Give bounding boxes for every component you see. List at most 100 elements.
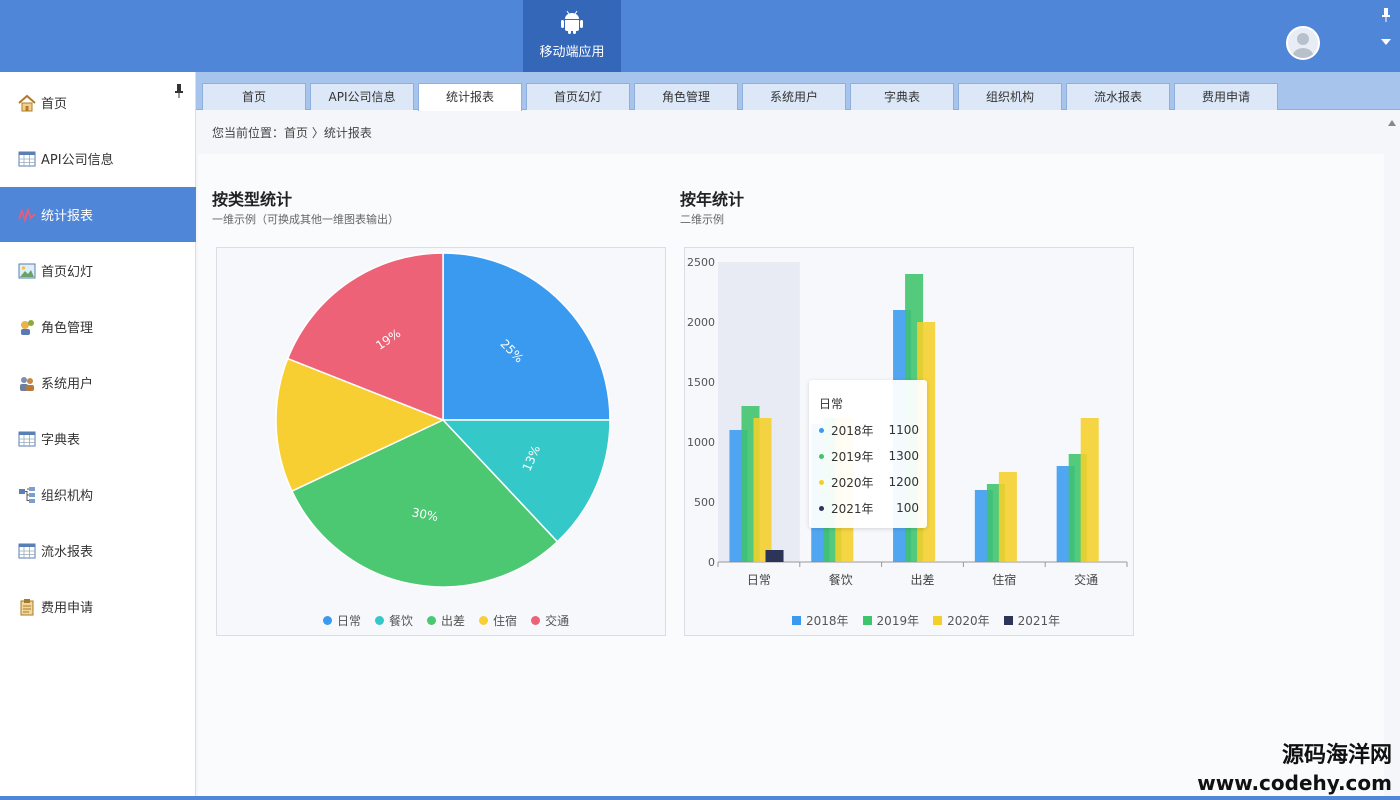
legend-item[interactable]: 2020年 — [933, 612, 990, 629]
tooltip-row: 2019年 1300 — [819, 448, 919, 464]
tab-bar: 首页 API公司信息 统计报表 首页幻灯 角色管理 系统用户 字典表 组织机构 … — [196, 72, 1400, 111]
role-icon — [21, 319, 34, 335]
sidebar-item-flow-report[interactable]: 流水报表 — [0, 523, 196, 578]
clipboard-icon — [20, 598, 34, 615]
legend-label: 2018年 — [806, 614, 849, 628]
legend-item[interactable]: 2018年 — [792, 612, 849, 629]
legend-swatch — [1003, 616, 1013, 625]
pie-card-title: 按类型统计 — [212, 190, 293, 209]
pie-legend: 日常 餐饮 出差 住宿 交通 — [323, 612, 569, 629]
legend-item[interactable]: 住宿 — [479, 612, 517, 629]
sidebar-item-slides[interactable]: 首页幻灯 — [0, 243, 196, 298]
home-icon — [18, 94, 36, 111]
mobile-app-button[interactable]: 移动端应用 — [523, 0, 621, 72]
legend-swatch — [792, 616, 801, 625]
sidebar-item-expense-request[interactable]: 费用申请 — [0, 579, 196, 634]
tooltip-series-name: 2018年 — [831, 423, 874, 438]
breadcrumb: 您当前位置：首页 〉统计报表 — [212, 126, 372, 140]
bar-card-subtitle: 二维示例 — [680, 213, 724, 226]
y-tick-label: 0 — [708, 556, 715, 569]
table-icon — [18, 543, 36, 558]
tab-stat-report[interactable]: 统计报表 — [418, 83, 522, 111]
tooltip-series-value: 100 — [896, 501, 919, 515]
bar[interactable] — [998, 472, 1017, 562]
tooltip-row: 2020年 1200 — [819, 474, 919, 490]
tab-dictionary[interactable]: 字典表 — [850, 83, 954, 110]
sidebar-item-home[interactable]: 首页 — [0, 75, 196, 130]
pin-icon[interactable] — [1381, 8, 1391, 22]
tab-home[interactable]: 首页 — [202, 83, 306, 110]
tab-api-company[interactable]: API公司信息 — [310, 83, 414, 110]
legend-item[interactable]: 2019年 — [862, 612, 919, 629]
pie-card-subtitle: 一维示例（可换成其他一维图表输出） — [212, 213, 399, 226]
legend-label: 餐饮 — [389, 614, 414, 628]
scroll-up-icon[interactable] — [1388, 120, 1396, 126]
sidebar-item-stat-report[interactable]: 统计报表 — [0, 187, 196, 242]
x-tick-label: 交通 — [1074, 572, 1098, 587]
legend-label: 出差 — [441, 614, 466, 628]
tooltip-row: 2021年 100 — [819, 500, 919, 516]
tab-flow-report[interactable]: 流水报表 — [1066, 83, 1170, 110]
tab-expense-request[interactable]: 费用申请 — [1174, 83, 1278, 110]
tooltip-series-value: 1100 — [888, 423, 919, 437]
bar[interactable] — [765, 550, 784, 562]
bar-legend: 2018年 2019年 2020年 2021年 — [792, 612, 1060, 629]
tooltip-series-name: 2020年 — [831, 475, 874, 490]
pie-chart: 25%13%30%19% — [275, 252, 611, 588]
sidebar-item-label: 流水报表 — [41, 545, 94, 560]
sidebar-item-organization[interactable]: 组织机构 — [0, 467, 196, 522]
sidebar-item-label: 首页幻灯 — [41, 265, 94, 280]
legend-swatch — [933, 616, 943, 625]
sidebar-item-api-company[interactable]: API公司信息 — [0, 131, 196, 186]
tooltip-title: 日常 — [819, 397, 844, 411]
bottom-border — [0, 796, 1400, 800]
series-dot — [819, 505, 824, 511]
sidebar: 首页 API公司信息 统计报表 首页幻灯 角色管理 系统用户 字典表 组织机构 … — [0, 72, 196, 800]
users-icon — [20, 376, 34, 391]
sidebar-item-label: 字典表 — [41, 433, 81, 448]
tooltip-series-value: 1200 — [888, 475, 919, 489]
legend-item[interactable]: 交通 — [531, 612, 569, 629]
legend-dot — [375, 616, 385, 625]
user-avatar-icon[interactable] — [1286, 26, 1320, 60]
sidebar-item-system-users[interactable]: 系统用户 — [0, 355, 196, 410]
x-tick-label: 餐饮 — [829, 572, 853, 587]
y-tick-label: 1500 — [687, 376, 715, 389]
tab-slides[interactable]: 首页幻灯 — [526, 83, 630, 110]
tab-system-users[interactable]: 系统用户 — [742, 83, 846, 110]
sidebar-item-label: 首页 — [41, 97, 68, 112]
y-tick-label: 2500 — [687, 256, 715, 269]
table-icon — [18, 151, 36, 166]
sidebar-item-roles[interactable]: 角色管理 — [0, 299, 196, 354]
x-tick-label: 日常 — [747, 573, 771, 587]
tab-roles[interactable]: 角色管理 — [634, 83, 738, 110]
x-tick-label: 出差 — [910, 573, 934, 587]
sidebar-item-label: 系统用户 — [41, 377, 94, 392]
bar[interactable] — [753, 418, 772, 562]
tooltip-series-value: 1300 — [888, 449, 919, 463]
x-tick-label: 住宿 — [992, 572, 1016, 587]
legend-dot — [531, 616, 541, 625]
legend-item[interactable]: 餐饮 — [375, 612, 413, 629]
legend-dot — [479, 616, 489, 625]
legend-item[interactable]: 出差 — [427, 612, 465, 629]
legend-label: 交通 — [545, 614, 570, 628]
legend-item[interactable]: 2021年 — [1003, 612, 1061, 629]
watermark-title: 源码海洋网 — [1281, 743, 1392, 768]
series-dot — [819, 453, 824, 459]
watermark: 源码海洋网 www.codehy.com — [1190, 742, 1400, 800]
bar[interactable] — [1080, 418, 1099, 562]
legend-item[interactable]: 日常 — [323, 612, 361, 629]
sidebar-item-label: 角色管理 — [41, 321, 94, 336]
pie-slice[interactable] — [442, 252, 611, 421]
tab-organization[interactable]: 组织机构 — [958, 83, 1062, 110]
y-tick-label: 1000 — [687, 436, 715, 449]
y-tick-label: 500 — [694, 496, 715, 509]
legend-label: 日常 — [337, 614, 362, 628]
pie-chart-box: 25% 13% 30% 19% — [216, 247, 666, 636]
legend-label: 2021年 — [1017, 614, 1061, 628]
image-icon — [18, 263, 36, 278]
sidebar-item-dictionary[interactable]: 字典表 — [0, 411, 196, 466]
caret-down-icon[interactable] — [1381, 38, 1391, 46]
tooltip-series-name: 2021年 — [831, 501, 874, 516]
